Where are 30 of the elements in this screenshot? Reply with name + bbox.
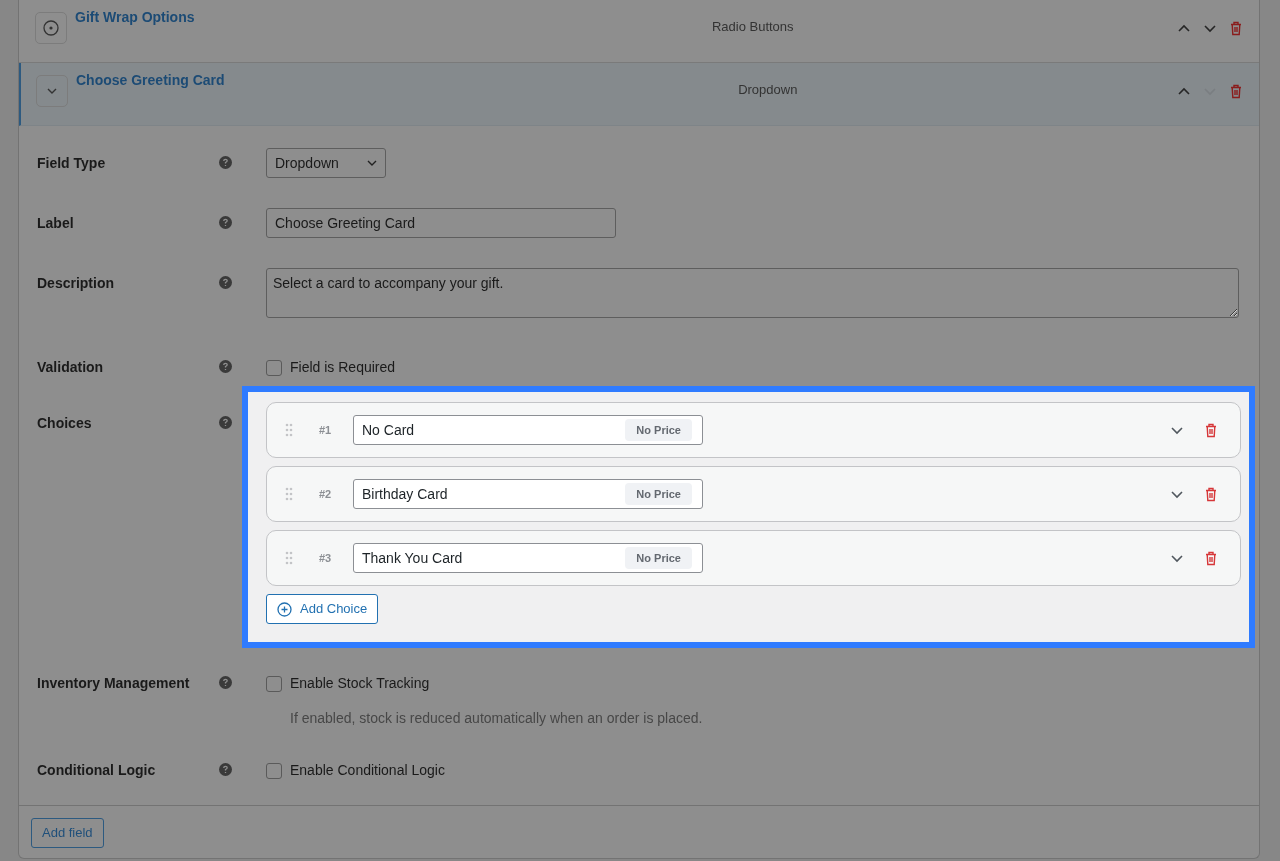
setting-label: Description	[37, 274, 115, 293]
choice-input[interactable]: Birthday Card	[362, 483, 626, 505]
setting-label: Validation	[37, 358, 105, 377]
choice-input[interactable]: No Card	[362, 419, 626, 441]
checkbox-label[interactable]: Field is Required	[290, 357, 396, 378]
choice-field[interactable]: Thank You Card No Price	[353, 543, 703, 573]
choice-input[interactable]: Thank You Card	[362, 547, 626, 569]
checkbox-label[interactable]: Enable Conditional Logic	[290, 760, 445, 781]
price-badge: No Price	[625, 418, 692, 442]
price-badge: No Price	[625, 546, 692, 570]
choice-field[interactable]: Birthday Card No Price	[353, 479, 703, 509]
choice-number: #1	[319, 422, 333, 438]
field-type-label: Dropdown	[738, 81, 798, 99]
field-title[interactable]: Gift Wrap Options	[75, 7, 195, 28]
choice-number: #2	[319, 486, 333, 502]
help-text: If enabled, stock is reduced automatically when an order is placed.	[290, 709, 704, 728]
choice-number: #3	[319, 550, 333, 566]
label-input[interactable]: Choose Greeting Card	[266, 208, 616, 238]
field-type-label: Radio Buttons	[711, 18, 794, 36]
setting-label: Choices	[37, 414, 93, 433]
setting-label: Conditional Logic	[37, 761, 157, 780]
setting-label: Label	[37, 214, 75, 233]
field-type-select[interactable]: Dropdown	[266, 148, 386, 178]
price-badge: No Price	[625, 482, 692, 506]
description-textarea[interactable]: Select a card to accompany your gift.	[266, 268, 1239, 318]
choice-field[interactable]: No Card No Price	[353, 415, 703, 445]
setting-label: Field Type	[37, 154, 107, 173]
setting-label: Inventory Management	[37, 674, 191, 693]
checkbox-label[interactable]: Enable Stock Tracking	[290, 673, 430, 694]
add-choice-button[interactable]: Add Choice	[266, 594, 379, 624]
